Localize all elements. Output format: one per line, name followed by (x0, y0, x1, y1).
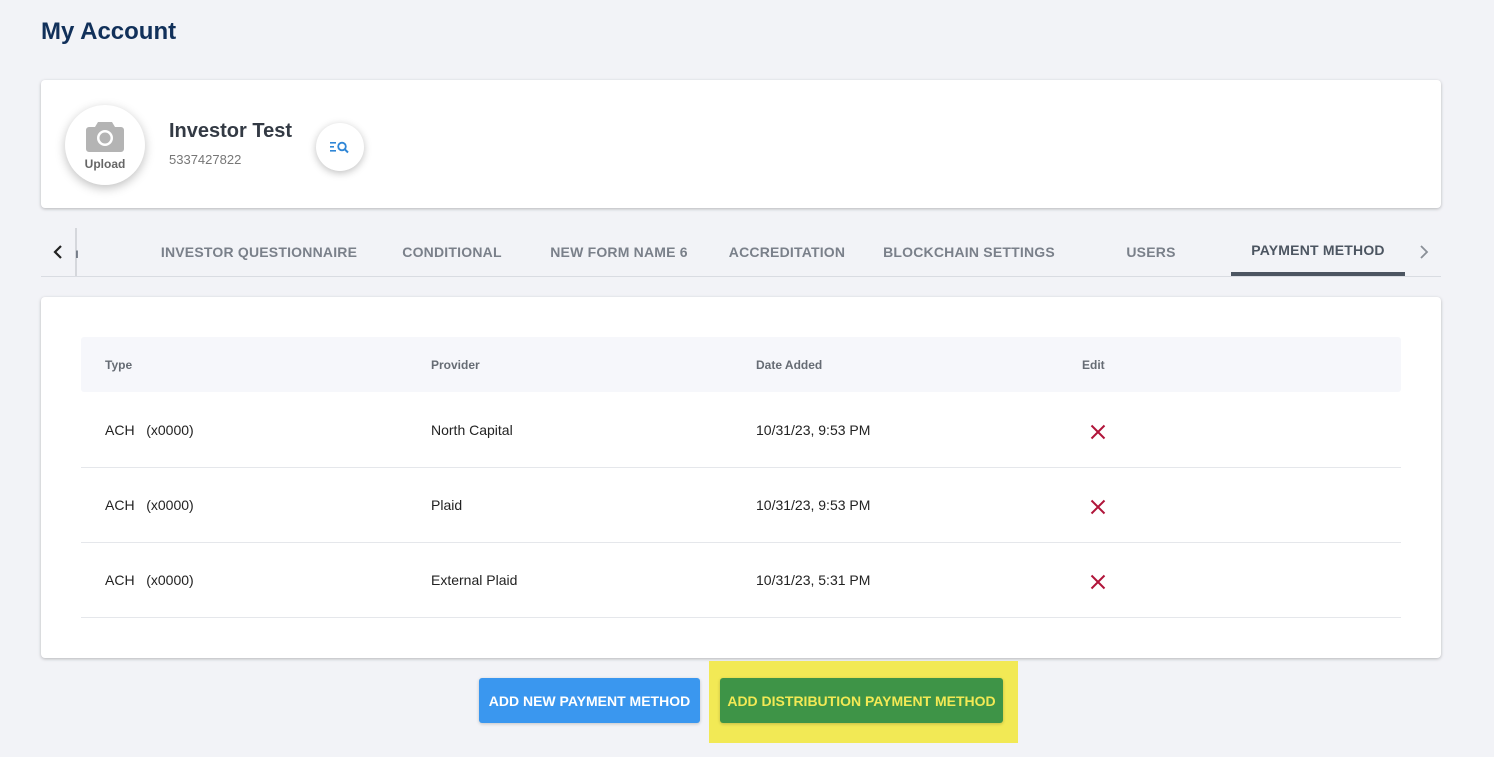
tab-users[interactable]: USERS (1075, 228, 1227, 276)
avatar-upload-button[interactable]: Upload (65, 105, 145, 185)
column-header-provider: Provider (431, 358, 480, 372)
chevron-left-icon (53, 245, 62, 259)
profile-card: Upload Investor Test 5337427822 (41, 80, 1441, 208)
table-row: ACH (x0000) North Capital 10/31/23, 9:53… (81, 393, 1401, 468)
payment-methods-card: Type Provider Date Added Edit ACH (x0000… (41, 297, 1441, 658)
tab-conditional[interactable]: CONDITIONAL (377, 228, 527, 276)
delete-payment-method-button[interactable] (1087, 421, 1109, 443)
add-distribution-payment-method-button[interactable]: ADD DISTRIBUTION PAYMENT METHOD (720, 678, 1003, 723)
cell-type: ACH (x0000) (105, 572, 194, 588)
tab-partial-hidden: ı (75, 245, 79, 261)
cell-date-added: 10/31/23, 5:31 PM (756, 572, 871, 588)
camera-icon (86, 122, 124, 152)
cell-provider: North Capital (431, 422, 513, 438)
profile-name: Investor Test (169, 120, 292, 142)
close-icon (1090, 499, 1106, 515)
add-new-payment-method-button[interactable]: ADD NEW PAYMENT METHOD (479, 678, 700, 723)
tab-payment-method[interactable]: PAYMENT METHOD (1231, 228, 1405, 276)
profile-details-button[interactable] (316, 123, 364, 171)
close-icon (1090, 424, 1106, 440)
chevron-right-icon (1420, 245, 1429, 259)
tab-accreditation[interactable]: ACCREDITATION (711, 228, 863, 276)
delete-payment-method-button[interactable] (1087, 496, 1109, 518)
tab-scroll-right-button[interactable] (1406, 228, 1442, 276)
close-icon (1090, 574, 1106, 590)
cell-date-added: 10/31/23, 9:53 PM (756, 422, 871, 438)
table-header: Type Provider Date Added Edit (81, 337, 1401, 392)
list-search-icon (330, 141, 349, 154)
cell-date-added: 10/31/23, 9:53 PM (756, 497, 871, 513)
tab-blockchain-settings[interactable]: BLOCKCHAIN SETTINGS (863, 228, 1075, 276)
table-row: ACH (x0000) External Plaid 10/31/23, 5:3… (81, 543, 1401, 618)
cell-type: ACH (x0000) (105, 422, 194, 438)
profile-id: 5337427822 (169, 152, 242, 167)
cell-type: ACH (x0000) (105, 497, 194, 513)
cell-provider: External Plaid (431, 572, 518, 588)
column-header-edit: Edit (1082, 358, 1105, 372)
column-header-type: Type (105, 358, 133, 372)
tab-scroll-left-button[interactable] (41, 228, 77, 276)
tabs-bar: ı INVESTOR QUESTIONNAIRE CONDITIONAL NEW… (41, 228, 1441, 277)
page-title: My Account (41, 18, 177, 45)
avatar-upload-label: Upload (84, 157, 126, 171)
tab-new-form-name-6[interactable]: NEW FORM NAME 6 (527, 228, 711, 276)
delete-payment-method-button[interactable] (1087, 571, 1109, 593)
table-row: ACH (x0000) Plaid 10/31/23, 9:53 PM (81, 468, 1401, 543)
cell-provider: Plaid (431, 497, 463, 513)
tab-investor-questionnaire[interactable]: INVESTOR QUESTIONNAIRE (141, 228, 377, 276)
column-header-date-added: Date Added (756, 358, 823, 372)
